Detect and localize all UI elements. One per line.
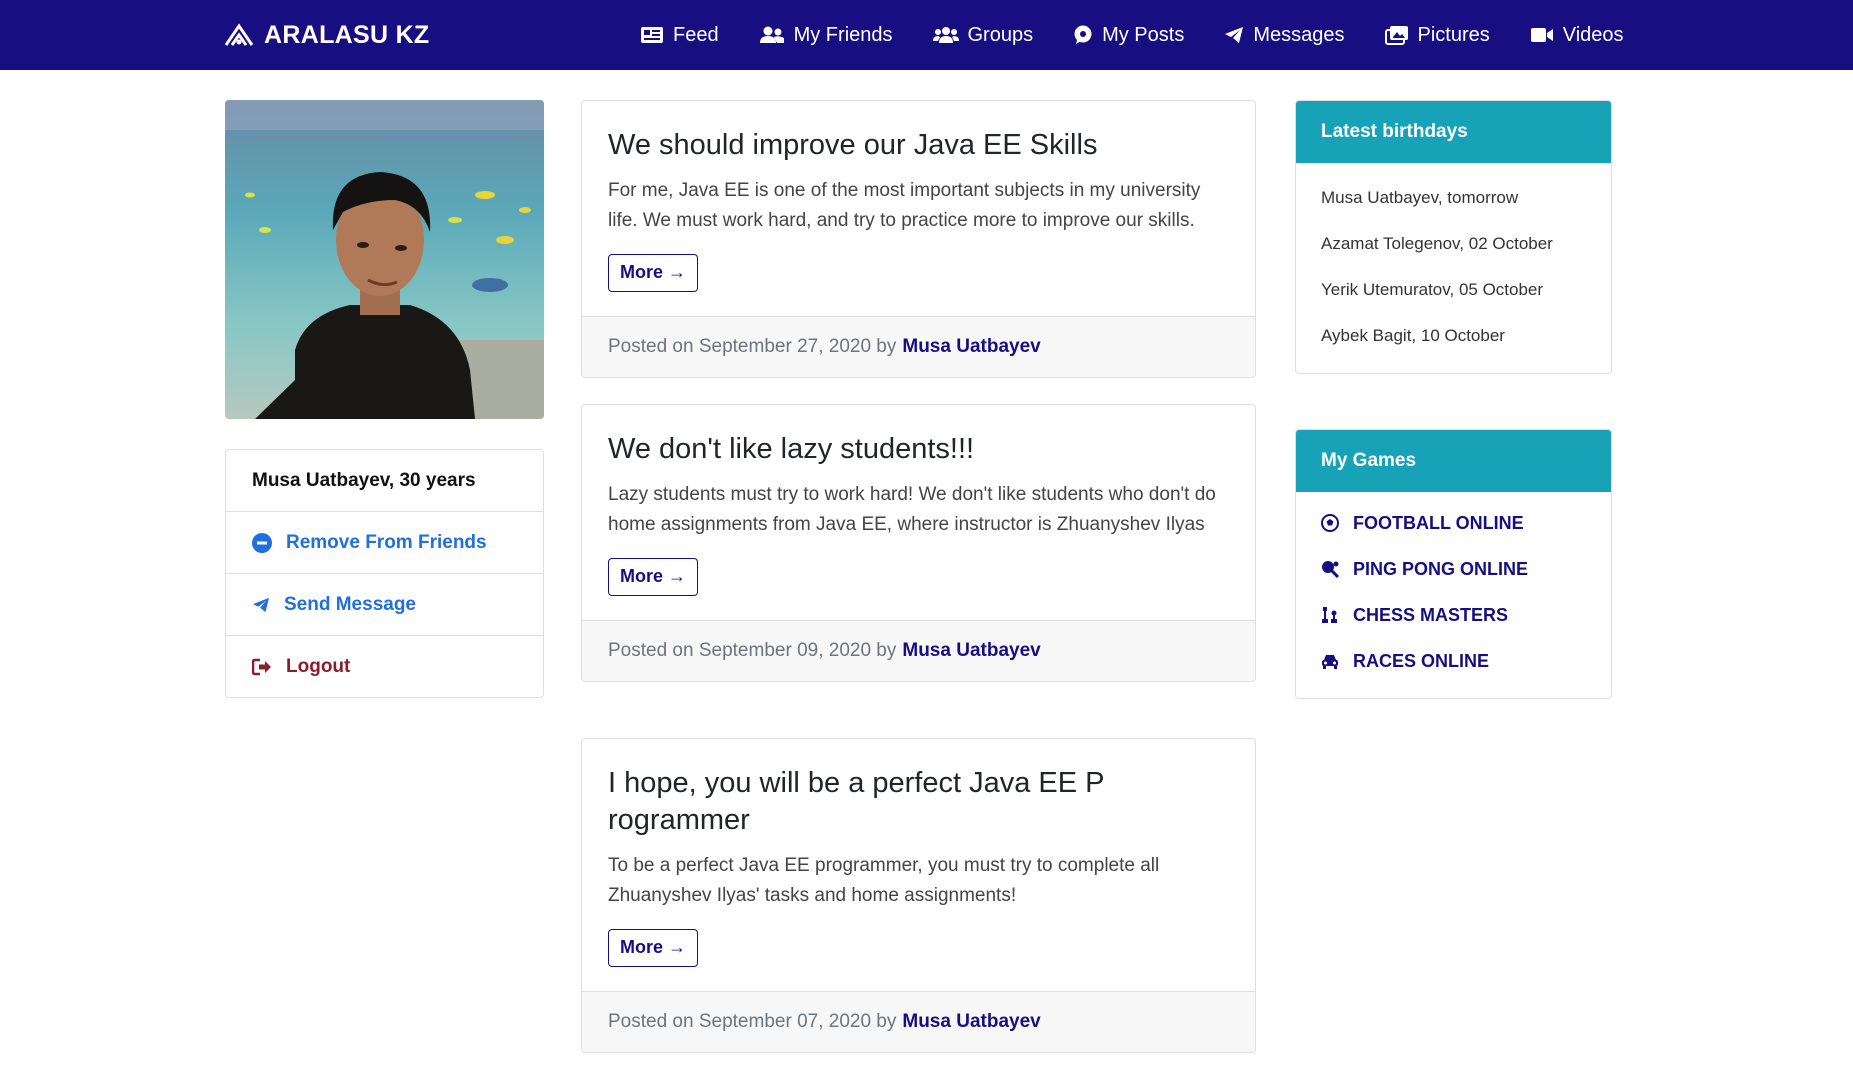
comment-icon <box>1074 25 1092 44</box>
post-text: To be a perfect Java EE programmer, you … <box>608 855 1160 906</box>
post-author-link[interactable]: Musa Uatbayev <box>902 1011 1040 1033</box>
paper-plane-icon <box>253 597 269 612</box>
sign-out-icon <box>252 658 271 675</box>
more-button[interactable]: More → <box>608 558 699 596</box>
send-message-button[interactable]: Send Message <box>226 573 543 635</box>
post-author-link[interactable]: Musa Uatbayev <box>902 640 1040 662</box>
nav-videos-label: Videos <box>1562 23 1624 46</box>
birthdays-title: Latest birthdays <box>1296 101 1611 163</box>
video-icon <box>1530 28 1553 42</box>
remove-from-friends-button[interactable]: Remove From Friends <box>226 511 543 573</box>
more-button[interactable]: More → <box>608 929 699 967</box>
post-date: Posted on September 09, 2020 by <box>608 640 897 661</box>
minus-circle-icon <box>252 532 272 553</box>
game-ping-pong-online[interactable]: PING PONG ONLINE <box>1296 546 1611 592</box>
birthday-item: Azamat Tolegenov, 02 October <box>1321 234 1553 253</box>
nav-feed-label: Feed <box>673 23 719 46</box>
nav-my-friends-label: My Friends <box>793 23 893 46</box>
profile-name-age: Musa Uatbayev, 30 years <box>226 450 543 511</box>
birthdays-card: Latest birthdays Musa Uatbayev, tomorrow… <box>1295 100 1612 374</box>
table-tennis-icon <box>1322 561 1339 578</box>
game-chess-masters[interactable]: CHESS MASTERS <box>1296 592 1611 638</box>
brand-name: ARALASU KZ <box>264 20 430 49</box>
post-author-link[interactable]: Musa Uatbayev <box>902 336 1040 358</box>
nav-groups-label: Groups <box>967 23 1034 46</box>
game-football-online[interactable]: FOOTBALL ONLINE <box>1296 500 1611 546</box>
post-title: We don't like lazy students!!! <box>608 433 975 465</box>
brand-logo[interactable]: ARALASU KZ <box>224 0 430 70</box>
nav-groups[interactable]: Groups <box>932 23 1034 47</box>
nav-pictures-label: Pictures <box>1417 23 1490 46</box>
nav-videos[interactable]: Videos <box>1530 24 1624 47</box>
top-navbar: ARALASU KZ Feed My Friends Groups My Pos… <box>0 0 1853 70</box>
more-button[interactable]: More → <box>608 254 699 292</box>
post-date: Posted on September 07, 2020 by <box>608 1011 897 1032</box>
nav-my-friends[interactable]: My Friends <box>759 24 893 47</box>
chess-icon <box>1322 607 1337 623</box>
main-nav: Feed My Friends Groups My Posts Messages… <box>640 0 1624 70</box>
post-footer: Posted on September 07, 2020 by Musa Uat… <box>582 991 1255 1052</box>
game-label: FOOTBALL ONLINE <box>1353 512 1524 533</box>
post-card: We should improve our Java EE Skills For… <box>581 100 1256 378</box>
paper-plane-icon <box>1225 27 1244 43</box>
remove-from-friends-label: Remove From Friends <box>286 531 487 553</box>
birthday-item: Musa Uatbayev, tomorrow <box>1321 188 1519 207</box>
post-title: We should improve our Java EE Skills <box>608 129 1098 161</box>
birthday-item: Aybek Bagit, 10 October <box>1321 326 1505 345</box>
post-footer: Posted on September 09, 2020 by Musa Uat… <box>582 620 1255 681</box>
images-icon <box>1384 26 1408 45</box>
car-icon <box>1322 655 1338 669</box>
game-label: RACES ONLINE <box>1353 650 1490 671</box>
games-title: My Games <box>1296 430 1611 492</box>
nav-my-posts[interactable]: My Posts <box>1073 24 1184 47</box>
brand-logo-icon <box>224 23 254 46</box>
game-races-online[interactable]: RACES ONLINE <box>1296 638 1611 684</box>
nav-messages-label: Messages <box>1253 23 1345 46</box>
profile-name-age-text: Musa Uatbayev, 30 years <box>252 469 476 491</box>
nav-my-posts-label: My Posts <box>1102 23 1185 46</box>
futbol-icon <box>1321 514 1339 532</box>
profile-photo <box>225 100 544 419</box>
nav-pictures[interactable]: Pictures <box>1384 23 1490 47</box>
post-text: Lazy students must try to work hard! We … <box>608 484 1216 535</box>
user-friends-icon <box>759 26 784 43</box>
logout-label: Logout <box>286 655 351 677</box>
post-card: We don't like lazy students!!! Lazy stud… <box>581 404 1256 682</box>
post-date: Posted on September 27, 2020 by <box>608 336 897 357</box>
nav-feed[interactable]: Feed <box>640 24 719 47</box>
post-title: I hope, you will be a perfect Java EE P … <box>608 767 1104 836</box>
send-message-label: Send Message <box>284 593 416 615</box>
nav-messages[interactable]: Messages <box>1224 23 1345 47</box>
post-card: I hope, you will be a perfect Java EE P … <box>581 738 1256 1053</box>
logout-button[interactable]: Logout <box>226 635 543 697</box>
birthday-item: Yerik Utemuratov, 05 October <box>1321 280 1544 299</box>
post-text: For me, Java EE is one of the most impor… <box>608 180 1201 231</box>
games-card: My Games FOOTBALL ONLINE PING PONG ONLIN… <box>1295 429 1612 699</box>
profile-actions: Musa Uatbayev, 30 years Remove From Frie… <box>225 449 544 698</box>
newspaper-icon <box>641 27 663 43</box>
users-icon <box>932 27 959 43</box>
post-footer: Posted on September 27, 2020 by Musa Uat… <box>582 316 1255 377</box>
game-label: CHESS MASTERS <box>1353 604 1509 625</box>
game-label: PING PONG ONLINE <box>1353 558 1529 579</box>
